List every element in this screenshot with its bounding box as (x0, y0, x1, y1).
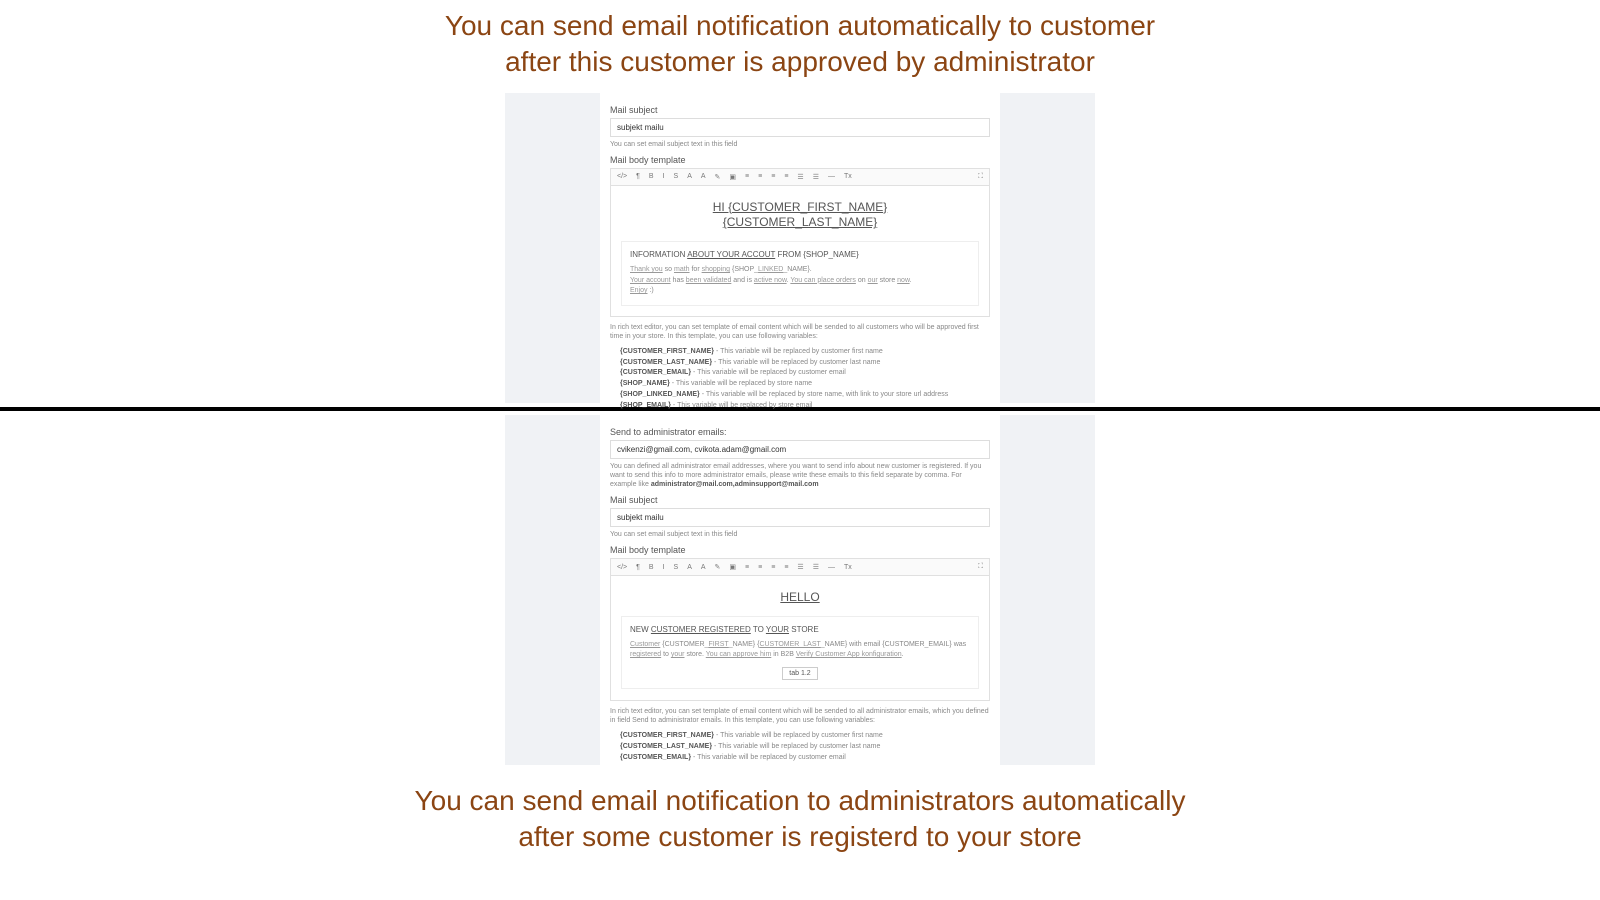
editor-toolbar-2: </>¶BISAA✎▣≡≡≡≡☰☰—Tx⛶ (610, 558, 990, 576)
toolbar-icon[interactable]: S (672, 563, 681, 572)
toolbar-icon[interactable]: ≡ (756, 172, 764, 181)
info-box-title-2: NEW CUSTOMER REGISTERED TO YOUR STORE (630, 625, 970, 634)
admin-emails-input[interactable]: cvikenzi@gmail.com, cvikota.adam@gmail.c… (610, 440, 990, 459)
toolbar-icon[interactable]: ☰ (811, 562, 821, 572)
toolbar-icon[interactable]: ≡ (769, 172, 777, 181)
toolbar-icon[interactable]: ▣ (727, 562, 738, 572)
variable-item: {SHOP_LINKED_NAME} - This variable will … (620, 390, 990, 400)
editor-area[interactable]: HI {CUSTOMER_FIRST_NAME} {CUSTOMER_LAST_… (610, 186, 990, 317)
variable-item: {CUSTOMER_LAST_NAME} - This variable wil… (620, 358, 990, 368)
toolbar-icon[interactable]: ≡ (782, 172, 790, 181)
mail-body-label: Mail body template (610, 155, 990, 165)
toolbar-icon[interactable]: </> (615, 172, 629, 181)
variable-item: {SHOP_NAME} - This variable will be repl… (620, 379, 990, 389)
toolbar-icon[interactable]: ⛶ (976, 562, 985, 572)
bottom-caption-line1: You can send email notification to admin… (415, 785, 1186, 816)
toolbar-icon[interactable]: — (826, 563, 837, 572)
toolbar-icon[interactable]: — (826, 172, 837, 181)
top-caption-line1: You can send email notification automati… (445, 10, 1155, 41)
toolbar-icon[interactable]: A (699, 563, 708, 572)
editor-toolbar: </>¶BISAA✎▣≡≡≡≡☰☰—Tx⛶ (610, 168, 990, 186)
toolbar-icon[interactable]: ¶ (634, 563, 642, 572)
customer-email-panel: Mail subject subjekt mailu You can set e… (600, 93, 1000, 403)
mail-subject-label-2: Mail subject (610, 495, 990, 505)
admin-email-panel: Send to administrator emails: cvikenzi@g… (600, 415, 1000, 765)
toolbar-icon[interactable]: ✎ (713, 172, 723, 182)
admin-emails-help: You can defined all administrator email … (610, 462, 990, 489)
toolbar-icon[interactable]: A (685, 563, 694, 572)
toolbar-icon[interactable]: ≡ (743, 563, 751, 572)
variable-item: {CUSTOMER_FIRST_NAME} - This variable wi… (620, 347, 990, 357)
toolbar-icon[interactable]: </> (615, 563, 629, 572)
mail-body-label-2: Mail body template (610, 545, 990, 555)
toolbar-icon[interactable]: B (647, 172, 656, 181)
variables-list-2: {CUSTOMER_FIRST_NAME} - This variable wi… (620, 731, 990, 762)
editor-heading-l2: {CUSTOMER_LAST_NAME} (723, 215, 878, 229)
mail-subject-label: Mail subject (610, 105, 990, 115)
admin-emails-label: Send to administrator emails: (610, 427, 990, 437)
toolbar-icon[interactable]: ✎ (713, 562, 723, 572)
toolbar-icon[interactable]: ▣ (727, 172, 738, 182)
tab-button[interactable]: tab 1.2 (782, 667, 817, 680)
rich-editor-help-2: In rich text editor, you can set templat… (610, 707, 990, 725)
toolbar-icon[interactable]: A (699, 172, 708, 181)
top-caption-line2: after this customer is approved by admin… (505, 46, 1095, 77)
mail-subject-help: You can set email subject text in this f… (610, 140, 990, 149)
toolbar-icon[interactable]: A (685, 172, 694, 181)
toolbar-icon[interactable]: ¶ (634, 172, 642, 181)
toolbar-icon[interactable]: S (672, 172, 681, 181)
info-box-body-2: Customer {CUSTOMER_FIRST_NAME} {CUSTOMER… (630, 640, 970, 661)
toolbar-icon[interactable]: I (661, 563, 667, 572)
info-box-title: INFORMATION ABOUT YOUR ACCOUT FROM {SHOP… (630, 250, 970, 259)
variable-item: {CUSTOMER_LAST_NAME} - This variable wil… (620, 742, 990, 752)
variable-item: {CUSTOMER_FIRST_NAME} - This variable wi… (620, 731, 990, 741)
info-box-body: Thank you so math for shopping {SHOP_LIN… (630, 265, 970, 297)
variable-item: {SHOP_EMAIL} - This variable will be rep… (620, 401, 990, 411)
panel2-wrap: Send to administrator emails: cvikenzi@g… (0, 415, 1600, 765)
mail-subject-help-2: You can set email subject text in this f… (610, 530, 990, 539)
variable-item: {CUSTOMER_EMAIL} - This variable will be… (620, 753, 990, 763)
toolbar-icon[interactable]: I (661, 172, 667, 181)
panel1-wrap: Mail subject subjekt mailu You can set e… (0, 93, 1600, 403)
toolbar-icon[interactable]: Tx (842, 172, 854, 181)
toolbar-icon[interactable]: ≡ (782, 563, 790, 572)
toolbar-icon[interactable]: ☰ (811, 172, 821, 182)
toolbar-icon[interactable]: B (647, 563, 656, 572)
toolbar-icon[interactable]: Tx (842, 563, 854, 572)
toolbar-icon[interactable]: ⛶ (976, 172, 985, 182)
toolbar-icon[interactable]: ☰ (795, 172, 805, 182)
toolbar-icon[interactable]: ≡ (743, 172, 751, 181)
toolbar-icon[interactable]: ≡ (769, 563, 777, 572)
mail-subject-input[interactable]: subjekt mailu (610, 118, 990, 137)
top-caption: You can send email notification automati… (0, 0, 1600, 93)
variables-list: {CUSTOMER_FIRST_NAME} - This variable wi… (620, 347, 990, 411)
editor-heading-l1: HI {CUSTOMER_FIRST_NAME} (713, 200, 887, 214)
bottom-caption: You can send email notification to admin… (0, 765, 1600, 876)
toolbar-icon[interactable]: ≡ (756, 563, 764, 572)
bottom-caption-line2: after some customer is registerd to your… (518, 821, 1081, 852)
variable-item: {CUSTOMER_EMAIL} - This variable will be… (620, 368, 990, 378)
rich-editor-help: In rich text editor, you can set templat… (610, 323, 990, 341)
toolbar-icon[interactable]: ☰ (795, 562, 805, 572)
editor-heading-2: HELLO (621, 590, 979, 606)
editor-area-2[interactable]: HELLO NEW CUSTOMER REGISTERED TO YOUR ST… (610, 576, 990, 701)
mail-subject-input-2[interactable]: subjekt mailu (610, 508, 990, 527)
